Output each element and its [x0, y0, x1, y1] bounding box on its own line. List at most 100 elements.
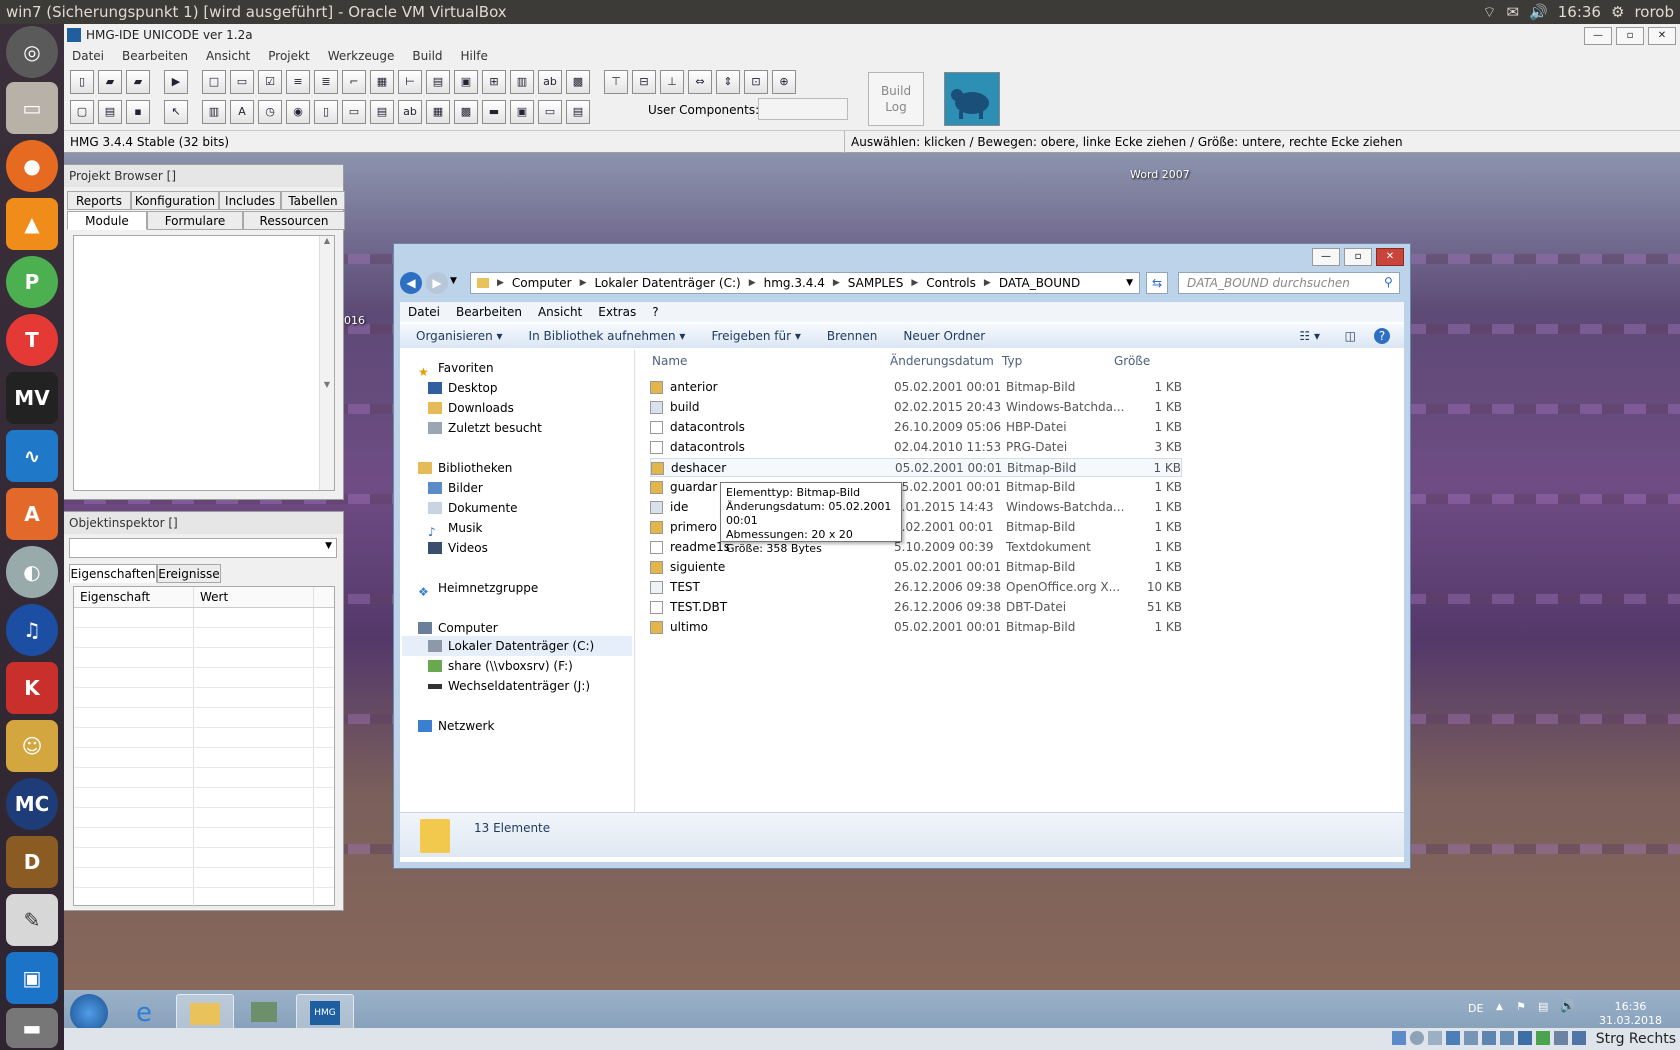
align-bottom-icon[interactable]: ⊥: [660, 70, 684, 94]
textbox-control-icon[interactable]: ab: [538, 70, 562, 94]
property-row[interactable]: [74, 748, 334, 768]
nav-item-drive-c[interactable]: Lokaler Datenträger (C:): [402, 636, 632, 656]
nav-item-removable-j[interactable]: Wechseldatenträger (J:): [428, 676, 590, 696]
firefox-icon[interactable]: ●: [6, 140, 58, 192]
progress-control-icon[interactable]: ▬: [482, 100, 506, 124]
desktop-icon-label[interactable]: 016: [344, 314, 365, 327]
menu-bearbeiten[interactable]: Bearbeiten: [456, 302, 522, 322]
file-row[interactable]: anterior 05.02.2001 00:01 Bitmap-Bild 1 KB: [650, 378, 1182, 397]
menu-werkzeuge[interactable]: Werkzeuge: [328, 46, 395, 66]
property-row[interactable]: [74, 708, 334, 728]
menu-extras[interactable]: Extras: [598, 302, 636, 322]
nav-item-recent[interactable]: Zuletzt besucht: [428, 418, 542, 438]
network-status-icon[interactable]: [1446, 1031, 1460, 1045]
activex-control-icon[interactable]: ▣: [510, 100, 534, 124]
tab-ressourcen[interactable]: Ressourcen: [243, 211, 345, 230]
hmg-titlebar[interactable]: HMG-IDE UNICODE ver 1.2a — ▫ ✕: [64, 24, 1680, 46]
image-box-icon[interactable]: ▩: [566, 70, 590, 94]
file-row[interactable]: ultimo 05.02.2001 00:01 Bitmap-Bild 1 KB: [650, 618, 1182, 637]
nav-item-favorites[interactable]: ★ Favoriten: [418, 358, 494, 379]
crumb-controls[interactable]: Controls: [926, 276, 976, 290]
recent-pages-chevron-icon[interactable]: ▼: [450, 276, 457, 286]
video-capture-status-icon[interactable]: [1518, 1031, 1532, 1045]
column-size[interactable]: Größe: [1114, 350, 1150, 372]
virtualbox-icon[interactable]: ▣: [6, 952, 58, 1004]
crumb-data-bound[interactable]: DATA_BOUND: [999, 276, 1080, 290]
close-button[interactable]: ✕: [1648, 27, 1676, 45]
run-icon[interactable]: ▶: [164, 70, 188, 94]
minimize-button[interactable]: —: [1584, 27, 1612, 45]
audio-status-icon[interactable]: [1428, 1031, 1442, 1045]
volume-tray-icon[interactable]: 🔊: [1560, 999, 1575, 1013]
user-components-combo[interactable]: [758, 98, 848, 120]
align-top-icon[interactable]: ⊤: [604, 70, 628, 94]
list-control-icon[interactable]: ≡: [286, 70, 310, 94]
shared-folders-status-icon[interactable]: [1482, 1031, 1496, 1045]
column-type[interactable]: Typ: [1002, 350, 1022, 372]
preview-pane-icon[interactable]: ◫: [1345, 324, 1356, 348]
menu-control-icon[interactable]: ▤: [566, 100, 590, 124]
taskbar-clock[interactable]: 16:36 31.03.2018: [1599, 1000, 1662, 1028]
browse-control-icon[interactable]: ▤: [370, 100, 394, 124]
nav-item-homegroup[interactable]: ❖ Heimnetzgruppe: [418, 578, 538, 599]
form-control-icon[interactable]: □: [202, 70, 226, 94]
close-button[interactable]: ✕: [1376, 248, 1404, 266]
nav-item-videos[interactable]: Videos: [428, 538, 488, 558]
align-middle-icon[interactable]: ⊟: [632, 70, 656, 94]
crumb-samples[interactable]: SAMPLES: [848, 276, 904, 290]
property-row[interactable]: [74, 628, 334, 648]
property-row[interactable]: [74, 808, 334, 828]
mouse-integration-status-icon[interactable]: [1554, 1031, 1568, 1045]
tab-order-icon[interactable]: ⊡: [744, 70, 768, 94]
nav-item-pictures[interactable]: Bilder: [428, 478, 483, 498]
include-in-library-button[interactable]: In Bibliothek aufnehmen ▾: [529, 324, 686, 348]
file-row[interactable]: TEST 26.12.2006 09:38 OpenOffice.org X... 1…: [650, 578, 1182, 597]
burn-button[interactable]: Brennen: [827, 324, 877, 348]
keyboard-capture-icon[interactable]: [1572, 1031, 1586, 1045]
file-row[interactable]: datacontrols 02.04.2010 11:53 PRG-Datei 3 K…: [650, 438, 1182, 457]
menu-ansicht[interactable]: Ansicht: [538, 302, 582, 322]
crumb-drive-c[interactable]: Lokaler Datenträger (C:): [595, 276, 741, 290]
crumb-computer[interactable]: Computer: [512, 276, 572, 290]
property-row[interactable]: [74, 788, 334, 808]
nav-item-share-f[interactable]: share (\\vboxsrv) (F:): [428, 656, 573, 676]
internet-explorer-icon[interactable]: e: [116, 994, 172, 1032]
tab-module[interactable]: Module: [67, 211, 147, 230]
audacity-icon[interactable]: ♫: [6, 604, 58, 656]
image-control-icon[interactable]: ▣: [454, 70, 478, 94]
text-editor-icon[interactable]: T: [6, 314, 58, 366]
menu-bearbeiten[interactable]: Bearbeiten: [122, 46, 188, 66]
menu-ansicht[interactable]: Ansicht: [206, 46, 250, 66]
clock[interactable]: 16:36: [1558, 0, 1601, 24]
property-grid[interactable]: Eigenschaft Wert: [73, 586, 335, 908]
document-icon[interactable]: ▤: [98, 100, 122, 124]
open-folder-icon[interactable]: ▰: [98, 70, 122, 94]
dash-icon[interactable]: ◎: [6, 26, 58, 78]
radio-control-icon[interactable]: ◉: [286, 100, 310, 124]
nav-item-desktop[interactable]: Desktop: [428, 378, 498, 398]
save-icon[interactable]: ▪: [126, 100, 150, 124]
forward-arrow-icon[interactable]: ▶: [426, 272, 448, 294]
center-icon[interactable]: ⊕: [772, 70, 796, 94]
nav-item-libraries[interactable]: Bibliotheken: [418, 458, 512, 478]
module-list-scrollbar[interactable]: ▲ ▼: [319, 236, 334, 490]
property-row[interactable]: [74, 828, 334, 848]
media-center-icon[interactable]: MC: [6, 778, 58, 830]
timer-icon[interactable]: ◷: [258, 100, 282, 124]
breadcrumb[interactable]: ▶ Computer ▶ Lokaler Datenträger (C:) ▶ …: [470, 272, 1140, 294]
tab-formulare[interactable]: Formulare: [147, 211, 243, 230]
tab-ereignisse[interactable]: Ereignisse: [157, 564, 221, 583]
volume-icon[interactable]: 🔊: [1529, 0, 1548, 24]
nav-item-downloads[interactable]: Downloads: [428, 398, 514, 418]
menu-build[interactable]: Build: [412, 46, 442, 66]
refresh-icon[interactable]: ⇆: [1146, 272, 1168, 294]
user-name[interactable]: rorob: [1634, 0, 1674, 24]
statusbar-control-icon[interactable]: ▭: [538, 100, 562, 124]
hard-disk-status-icon[interactable]: [1392, 1031, 1406, 1045]
share-with-button[interactable]: Freigeben für ▾: [711, 324, 800, 348]
column-date[interactable]: Änderungsdatum: [890, 350, 994, 372]
property-row[interactable]: [74, 728, 334, 748]
disk-tool-icon[interactable]: ◐: [6, 546, 58, 598]
build-log-button[interactable]: Build Log: [868, 72, 924, 126]
remote-desktop-icon[interactable]: [236, 994, 292, 1032]
